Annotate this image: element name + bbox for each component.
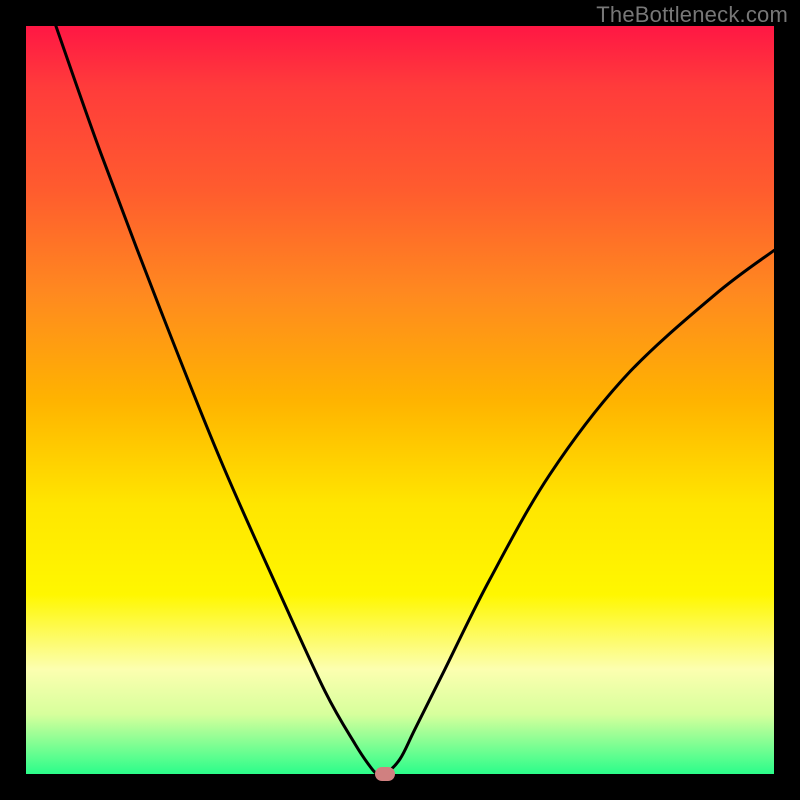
chart-plot-area <box>26 26 774 774</box>
optimum-marker <box>375 767 395 781</box>
bottleneck-curve <box>26 26 774 774</box>
watermark-text: TheBottleneck.com <box>596 2 788 28</box>
